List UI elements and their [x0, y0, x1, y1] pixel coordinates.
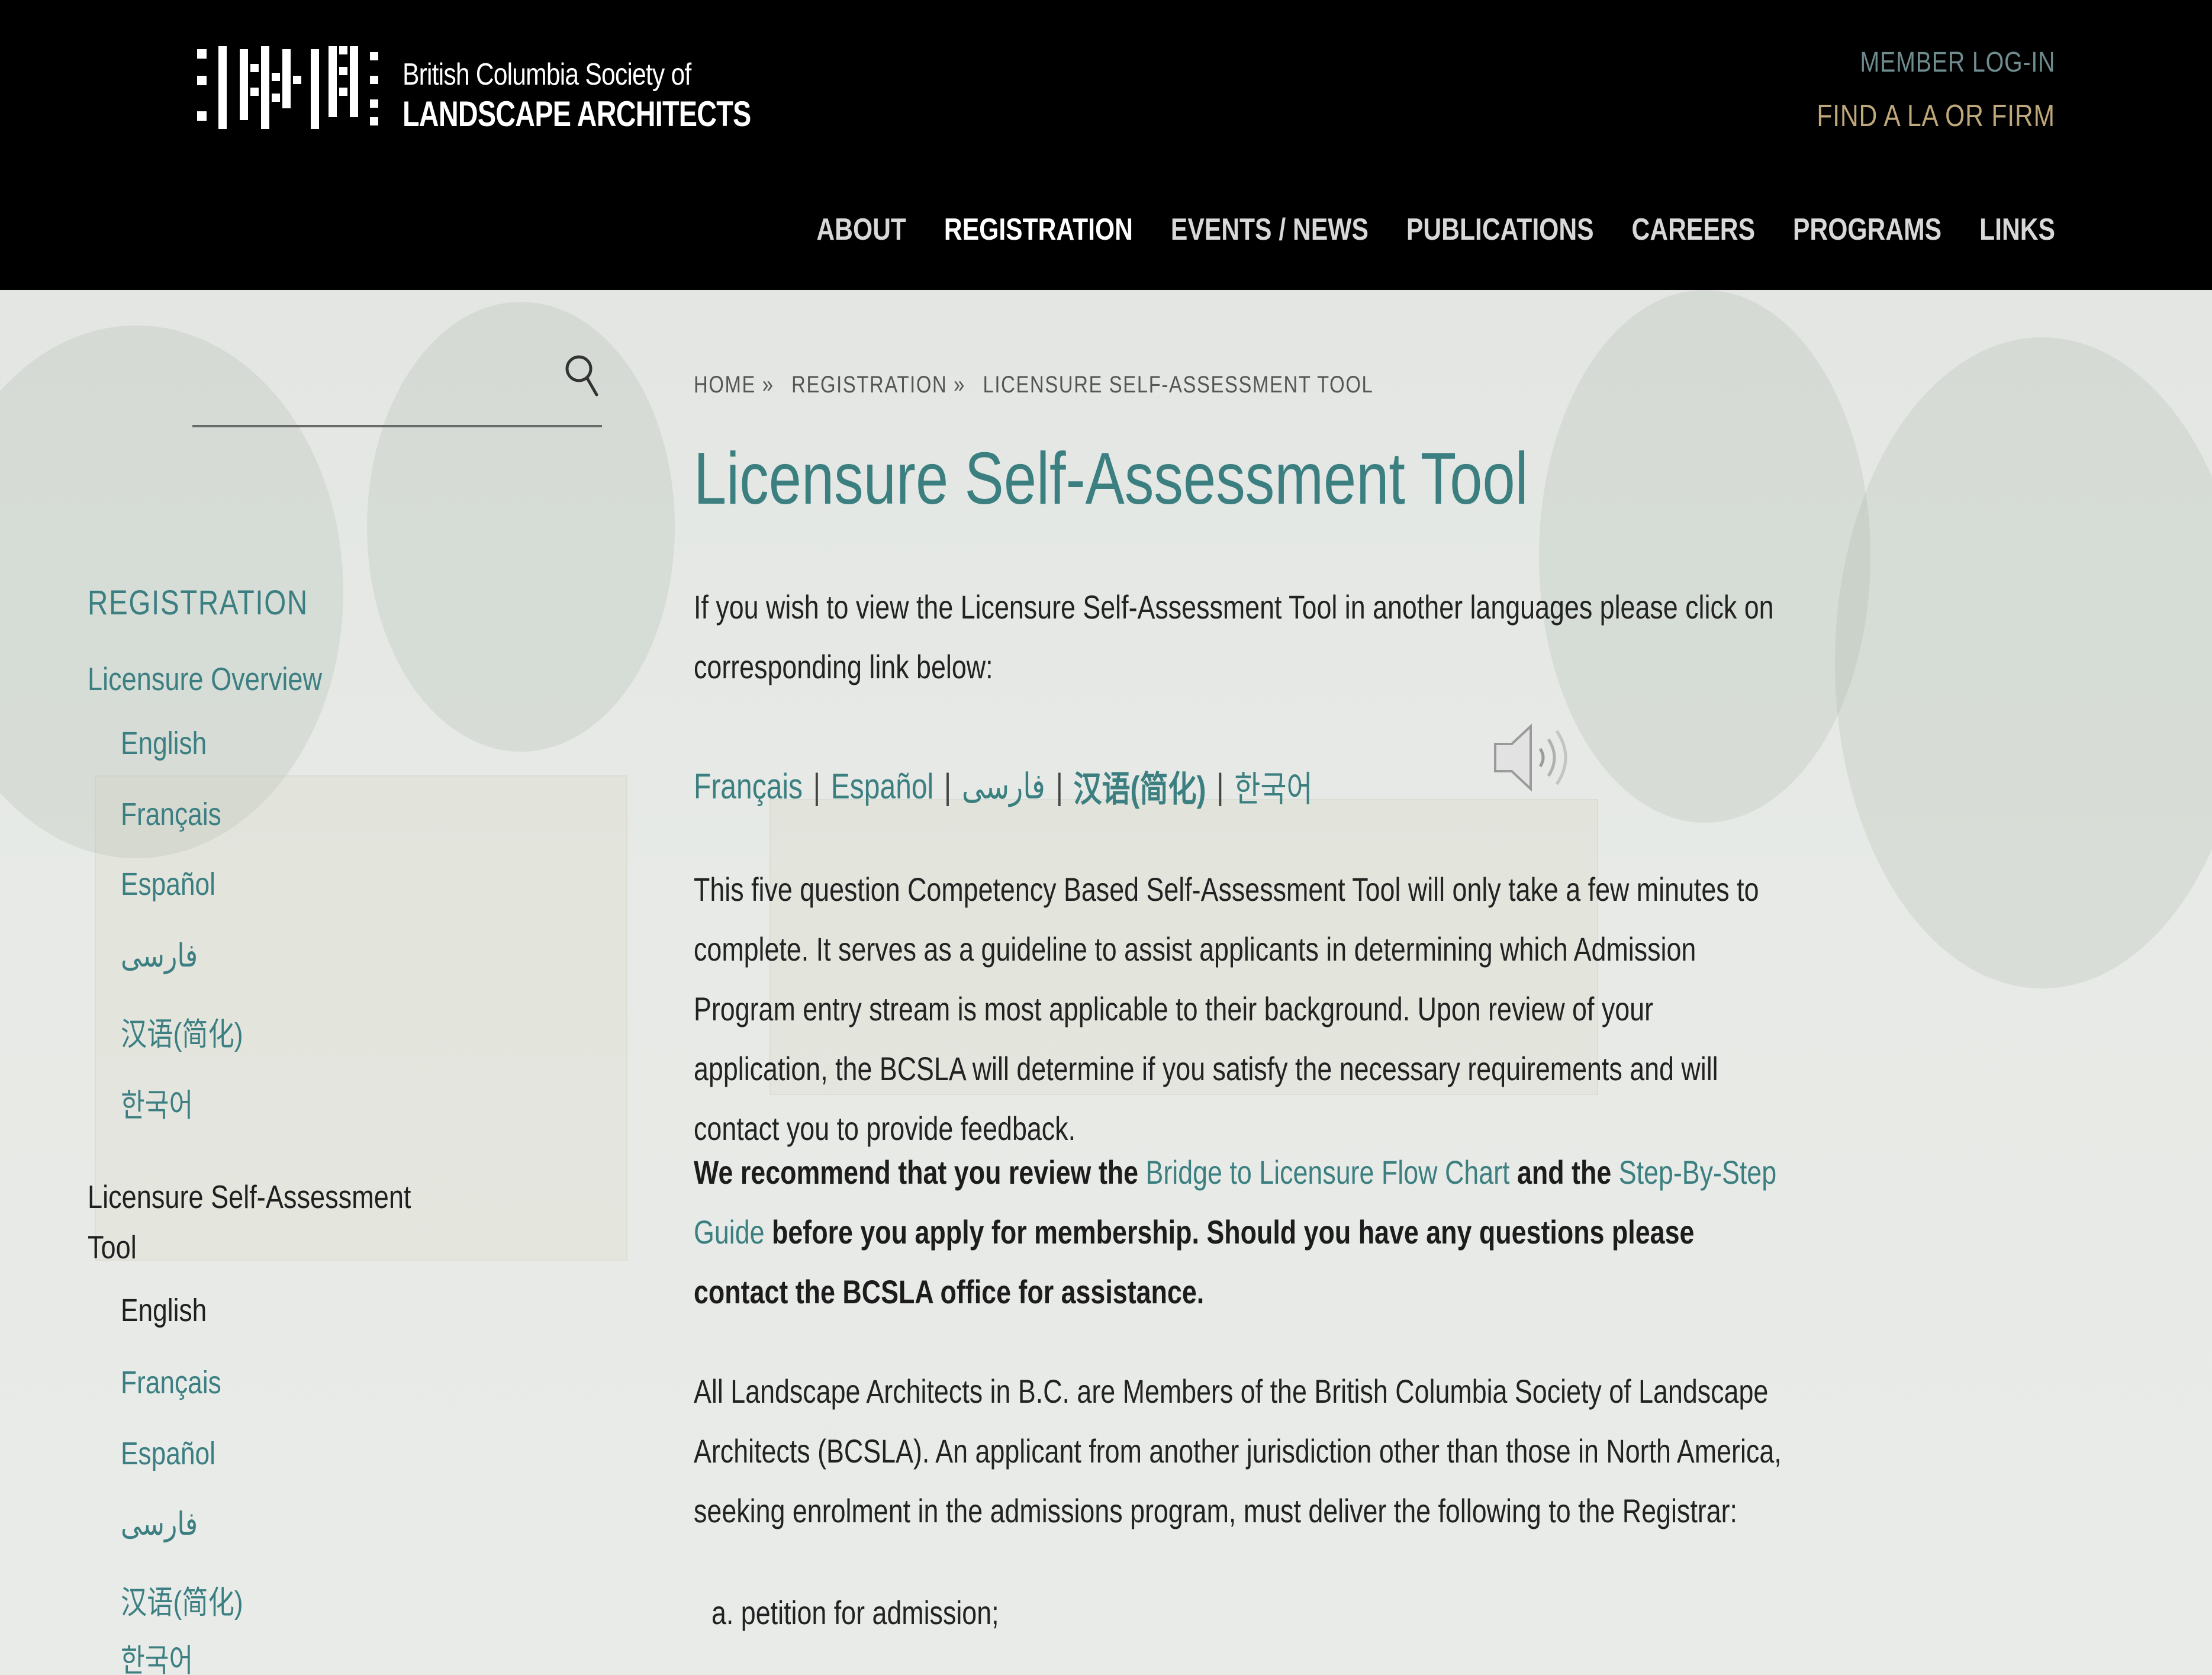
lang-link-spanish[interactable]: Español	[831, 766, 933, 807]
sidebar-overview-korean[interactable]: 한국어	[121, 1079, 193, 1126]
breadcrumb-current: LICENSURE SELF-ASSESSMENT TOOL	[983, 372, 1374, 398]
lang-separator: |	[1055, 766, 1063, 806]
flow-chart-link[interactable]: Bridge to Licensure Flow Chart	[1145, 1154, 1509, 1191]
sidebar-tool-spanish[interactable]: Español	[121, 1435, 215, 1472]
language-links: Français | Español | فارسی | 汉语(简化) | 한국…	[694, 761, 1313, 812]
nav-events-news[interactable]: EVENTS / NEWS	[1171, 212, 1369, 247]
breadcrumb: HOME » REGISTRATION » LICENSURE SELF-ASS…	[694, 372, 1373, 398]
logo-line-1: British Columbia Society of	[403, 57, 691, 92]
recommend-text-b: and the	[1509, 1154, 1619, 1191]
logo-mark-icon	[197, 46, 378, 129]
description-paragraph: This five question Competency Based Self…	[694, 871, 1759, 1147]
lang-link-korean[interactable]: 한국어	[1234, 761, 1312, 812]
sidebar-overview-chinese[interactable]: 汉语(简化)	[121, 1008, 243, 1055]
bcsla-logo[interactable]: British Columbia Society of LANDSCAPE AR…	[192, 40, 751, 135]
sidebar-tool-english[interactable]: English	[121, 1292, 207, 1329]
lang-separator: |	[944, 766, 952, 806]
search-icon[interactable]	[564, 352, 600, 401]
lang-link-farsi[interactable]: فارسی	[962, 766, 1045, 807]
nav-publications[interactable]: PUBLICATIONS	[1406, 212, 1594, 247]
sidebar-overview-english[interactable]: English	[121, 725, 207, 762]
main-nav: ABOUT REGISTRATION EVENTS / NEWS PUBLICA…	[816, 212, 2055, 247]
lang-separator: |	[1216, 766, 1224, 806]
breadcrumb-registration[interactable]: REGISTRATION »	[791, 372, 965, 398]
sidebar-tool-farsi[interactable]: فارسی	[121, 1505, 198, 1542]
recommend-text-a: We recommend that you review the	[694, 1154, 1146, 1191]
nav-careers[interactable]: CAREERS	[1632, 212, 1755, 247]
nav-registration[interactable]: REGISTRATION	[944, 212, 1133, 247]
intro-text: If you wish to view the Licensure Self-A…	[694, 588, 1774, 685]
jurisdiction-paragraph: All Landscape Architects in B.C. are Mem…	[694, 1373, 1782, 1529]
breadcrumb-home[interactable]: HOME »	[694, 372, 774, 398]
sidebar-item-self-assessment-line2[interactable]: Tool	[88, 1228, 137, 1266]
nav-links[interactable]: LINKS	[1979, 212, 2055, 247]
nav-programs[interactable]: PROGRAMS	[1793, 212, 1941, 247]
sidebar-overview-spanish[interactable]: Español	[121, 866, 215, 903]
lang-link-french[interactable]: Français	[694, 766, 803, 807]
sidebar-item-licensure-overview[interactable]: Licensure Overview	[88, 660, 322, 698]
sidebar-tool-french[interactable]: Français	[121, 1364, 221, 1401]
lang-link-chinese[interactable]: 汉语(简化)	[1074, 761, 1206, 812]
sidebar-item-self-assessment[interactable]: Licensure Self-Assessment	[88, 1178, 411, 1216]
sidebar-tool-korean[interactable]: 한국어	[121, 1634, 193, 1675]
find-la-link[interactable]: FIND A LA OR FIRM	[1817, 98, 2055, 134]
lang-separator: |	[813, 766, 821, 806]
page-title: Licensure Self-Assessment Tool	[694, 438, 1528, 520]
speaker-icon[interactable]	[1490, 719, 1579, 796]
logo-line-2: LANDSCAPE ARCHITECTS	[403, 94, 751, 134]
sidebar-overview-farsi[interactable]: فارسی	[121, 937, 198, 974]
site-header: British Columbia Society of LANDSCAPE AR…	[0, 0, 2212, 290]
nav-about[interactable]: ABOUT	[816, 212, 906, 247]
recommendation-paragraph: We recommend that you review the Bridge …	[694, 1142, 1783, 1322]
sidebar-overview-french[interactable]: Français	[121, 796, 221, 833]
list-item: a. petition for admission;	[711, 1594, 999, 1631]
member-login-link[interactable]: MEMBER LOG-IN	[1860, 46, 2055, 79]
sidebar-heading[interactable]: REGISTRATION	[88, 583, 308, 623]
recommend-text-c: before you apply for membership. Should …	[694, 1213, 1695, 1310]
search-input[interactable]	[192, 425, 602, 427]
sidebar-tool-chinese[interactable]: 汉语(简化)	[121, 1576, 243, 1623]
